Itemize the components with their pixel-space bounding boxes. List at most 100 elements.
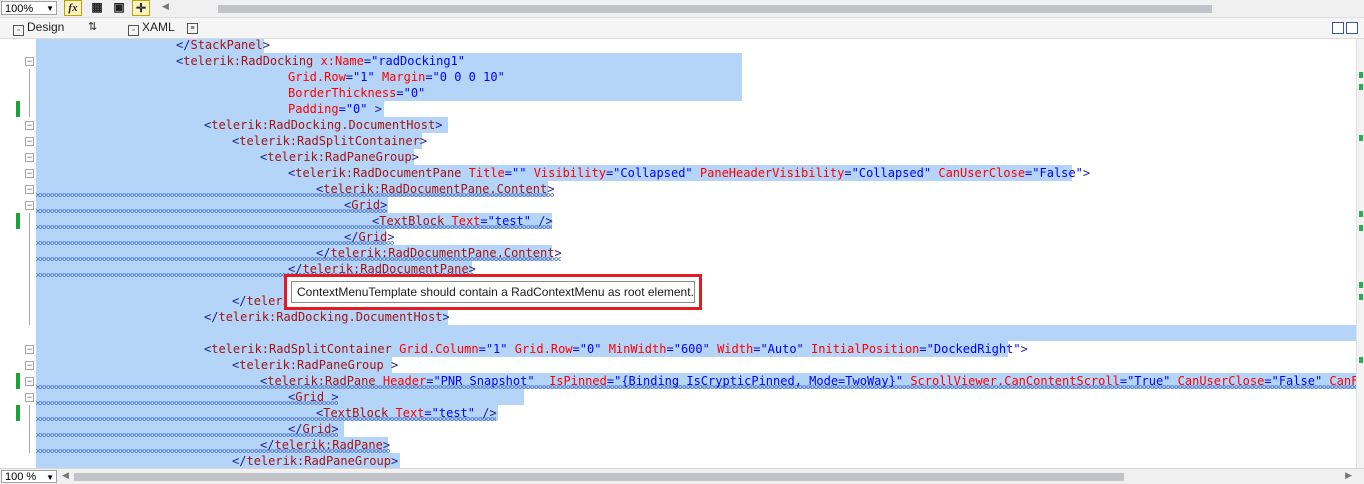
code-line[interactable]: </Grid> (0, 421, 1356, 437)
code-text: <TextBlock Text="test" /> (372, 214, 553, 228)
collapse-toggle-icon[interactable]: − (25, 169, 34, 178)
tab-design[interactable]: ▫ Design (13, 20, 64, 36)
zoom-value: 100% (5, 3, 34, 15)
collapse-toggle-icon[interactable]: − (25, 345, 34, 354)
selection-highlight (36, 277, 290, 293)
outline-guide (29, 293, 30, 309)
change-mark (1359, 211, 1363, 217)
code-line[interactable]: − <telerik:RadPaneGroup > (0, 357, 1356, 373)
code-text: <telerik:RadDocking x:Name="radDocking1" (176, 54, 466, 68)
editor-horizontal-scrollbar[interactable]: ◀ ▶ (62, 470, 1352, 482)
code-line[interactable]: − <telerik:RadPaneGroup> (0, 149, 1356, 165)
code-line[interactable] (0, 325, 1356, 341)
code-text: <Grid> (344, 198, 388, 212)
change-mark (1359, 225, 1363, 231)
editor-zoom-value: 100 % (5, 471, 37, 483)
chevron-down-icon: ▼ (46, 4, 54, 13)
code-line[interactable]: − <telerik:RadSplitContainer Grid.Column=… (0, 341, 1356, 357)
grid-toggle-button[interactable]: ▦ (88, 0, 106, 16)
vertical-split-icon[interactable] (1332, 22, 1344, 34)
code-line[interactable]: Grid.Row="1" Margin="0 0 0 10" (0, 69, 1356, 85)
code-text: <telerik:RadDocumentPane Title="" Visibi… (288, 166, 1091, 180)
change-indicator (16, 213, 20, 229)
scroll-left-icon[interactable]: ◀ (62, 470, 69, 481)
change-mark (1359, 72, 1363, 78)
outline-guide (29, 277, 30, 293)
change-mark (1359, 84, 1363, 90)
change-indicator (16, 101, 20, 117)
code-line[interactable]: </telerik:RadDocking.DocumentHost> (0, 309, 1356, 325)
code-line[interactable]: BorderThickness="0" (0, 85, 1356, 101)
collapse-toggle-icon[interactable]: − (25, 361, 34, 370)
code-text: <telerik:RadPane Header="PNR Snapshot" I… (260, 374, 1356, 388)
crosshair-button[interactable]: ✛ (132, 0, 150, 16)
scroll-left-icon[interactable]: ◀ (162, 1, 169, 12)
code-line[interactable]: − <telerik:RadDocking.DocumentHost> (0, 117, 1356, 133)
code-line[interactable]: − <telerik:RadDocumentPane.Content> (0, 181, 1356, 197)
fx-icon: fx (68, 2, 78, 14)
editor-vertical-scrollbar[interactable] (1356, 39, 1364, 468)
collapse-toggle-icon[interactable]: − (25, 153, 34, 162)
collapse-toggle-icon[interactable]: − (25, 137, 34, 146)
selection-highlight (36, 325, 1356, 341)
code-text: </Grid> (344, 230, 395, 244)
code-line[interactable]: <TextBlock Text="test" /> (0, 405, 1356, 421)
designer-toolbar: 100% ▼ fx ▦ ▣ ✛ ◀ (0, 0, 1364, 18)
code-line[interactable]: − <Grid > (0, 389, 1356, 405)
swap-panes-button[interactable]: ⇅ (88, 20, 97, 33)
code-line[interactable]: </StackPanel> (0, 39, 1356, 53)
collapse-toggle-icon[interactable]: − (25, 377, 34, 386)
tab-xaml-label: XAML (142, 20, 175, 34)
xaml-view-icon: ▫ (128, 25, 139, 36)
code-line[interactable]: </Grid> (0, 229, 1356, 245)
error-tooltip: ContextMenuTemplate should contain a Rad… (284, 274, 702, 310)
collapse-toggle-icon[interactable]: − (25, 201, 34, 210)
collapse-toggle-icon[interactable]: − (25, 57, 34, 66)
code-line[interactable]: − <telerik:RadPane Header="PNR Snapshot" … (0, 373, 1356, 389)
code-line[interactable]: − <Grid> (0, 197, 1356, 213)
outline-guide (29, 309, 30, 325)
code-line[interactable]: </telerik:RadPaneGroup> (0, 453, 1356, 468)
code-text: <telerik:RadSplitContainer Grid.Column="… (204, 342, 1028, 356)
code-text: </StackPanel> (176, 39, 270, 52)
scrollbar-thumb[interactable] (74, 473, 1124, 481)
design-view-icon: ▫ (13, 25, 24, 36)
xaml-code-editor[interactable]: </StackPanel> − <telerik:RadDocking x:Name… (0, 39, 1356, 468)
outline-guide (29, 261, 30, 277)
collapse-toggle-icon[interactable]: − (25, 185, 34, 194)
code-line[interactable]: </telerik:RadPane> (0, 437, 1356, 453)
scrollbar-thumb[interactable] (218, 5, 1212, 13)
collapse-toggle-icon[interactable]: − (25, 393, 34, 402)
change-mark (1359, 294, 1363, 300)
designer-horizontal-scrollbar[interactable]: ◀ (162, 1, 1362, 13)
crosshair-icon: ✛ (135, 1, 147, 15)
horizontal-split-icon[interactable] (1346, 22, 1358, 34)
collapse-toggle-icon[interactable]: − (25, 121, 34, 130)
fx-button[interactable]: fx (64, 0, 82, 16)
snap-toggle-button[interactable]: ▣ (110, 0, 128, 16)
outline-guide (29, 213, 30, 229)
split-layout-buttons (1330, 21, 1358, 39)
zoom-dropdown[interactable]: 100% ▼ (1, 1, 57, 15)
outline-guide (29, 437, 30, 453)
scroll-right-icon[interactable]: ▶ (1345, 470, 1352, 481)
chevron-down-icon: ▼ (46, 473, 54, 482)
change-mark (1359, 282, 1363, 288)
tab-xaml[interactable]: ▫ XAML (128, 20, 175, 36)
code-line[interactable]: </telerik:RadDocumentPane.Content> (0, 245, 1356, 261)
outline-guide (29, 101, 30, 117)
code-text: Grid.Row="1" Margin="0 0 0 10" (288, 70, 505, 84)
code-line[interactable]: − <telerik:RadDocking x:Name="radDocking1… (0, 53, 1356, 69)
outline-guide (29, 421, 30, 437)
collapse-pane-button[interactable]: ≡ (187, 20, 201, 34)
code-line[interactable]: − <telerik:RadDocumentPane Title="" Visib… (0, 165, 1356, 181)
outline-guide (29, 69, 30, 85)
editor-zoom-dropdown[interactable]: 100 % ▼ (1, 470, 57, 483)
code-text: <telerik:RadSplitContainer> (232, 134, 428, 148)
code-line[interactable]: − <telerik:RadSplitContainer> (0, 133, 1356, 149)
swap-icon: ⇅ (88, 21, 98, 33)
code-text: <TextBlock Text="test" /> (316, 406, 497, 420)
code-text: <telerik:RadPaneGroup > (232, 358, 399, 372)
code-line[interactable]: Padding="0" > (0, 101, 1356, 117)
code-line[interactable]: <TextBlock Text="test" /> (0, 213, 1356, 229)
